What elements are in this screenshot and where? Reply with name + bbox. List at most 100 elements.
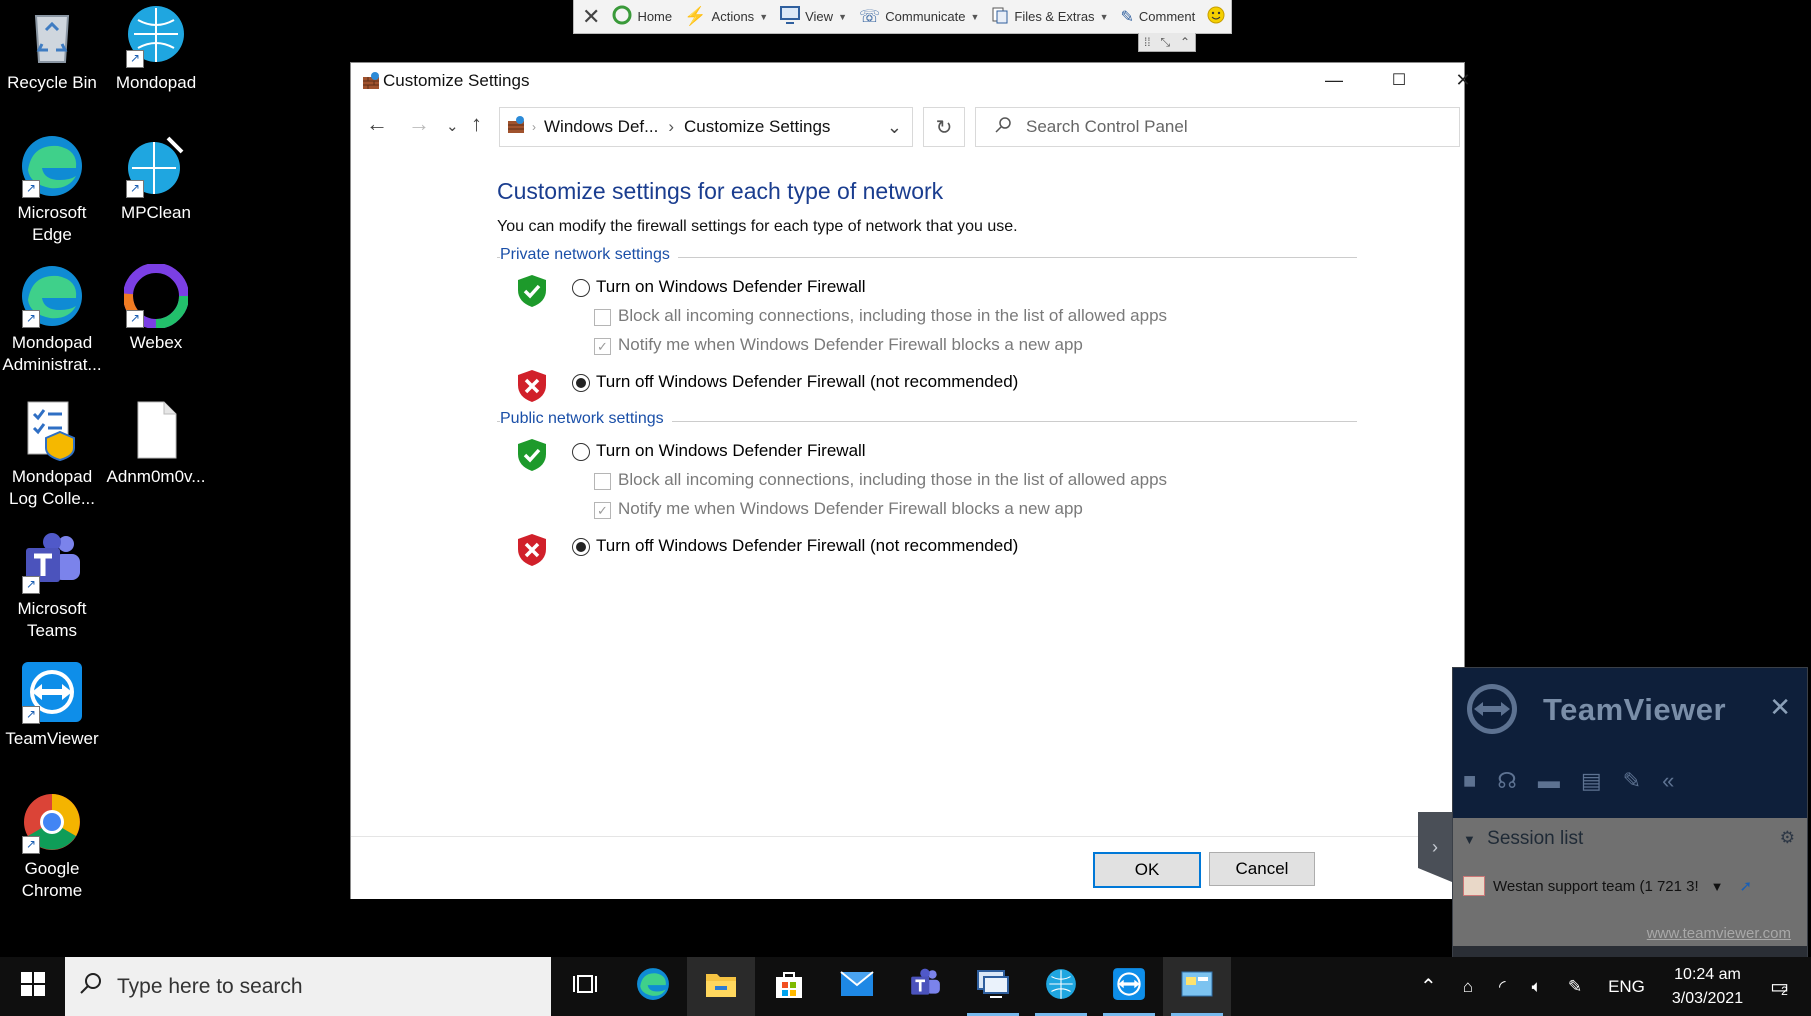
private-turn-on-label: Turn on Windows Defender Firewall: [596, 277, 866, 296]
desktop-icon-mondopad-admin[interactable]: ↗ Mondopad Administrat...: [0, 264, 104, 376]
files-icon[interactable]: ▤: [1581, 768, 1602, 794]
close-session-button[interactable]: ✕: [582, 4, 600, 30]
comment-button[interactable]: ✎ Comment: [1120, 7, 1195, 27]
desktop-icon-log-collector[interactable]: Mondopad Log Colle...: [0, 398, 104, 510]
desktop-icon-teamviewer[interactable]: ↗ TeamViewer: [0, 660, 104, 750]
taskbar-control-panel[interactable]: [1163, 957, 1231, 1016]
desktop-icon-label: Microsoft Teams: [17, 599, 87, 640]
back-arrow-icon[interactable]: ←: [366, 111, 388, 137]
title-bar[interactable]: Customize Settings — ☐ ✕: [351, 63, 1471, 97]
start-button[interactable]: [0, 957, 65, 1016]
recent-locations-chevron-icon[interactable]: ⌄: [446, 117, 459, 135]
desktop-icon-label: Webex: [129, 333, 183, 352]
comment-label: Comment: [1138, 9, 1196, 24]
grip-icon: ⁞⁞: [1143, 35, 1151, 49]
red-shield-x-icon: [517, 369, 547, 408]
public-turn-off-option[interactable]: Turn off Windows Defender Firewall (not …: [497, 533, 1357, 566]
desktop-icon-mondopad[interactable]: ↗ Mondopad: [104, 4, 208, 94]
actions-menu[interactable]: ⚡ Actions ▼: [684, 6, 768, 27]
headset-icon[interactable]: ☊: [1497, 768, 1517, 794]
notifications-button[interactable]: ▭ 2: [1757, 974, 1811, 999]
chevron-down-icon[interactable]: ▼: [1711, 879, 1724, 894]
chrome-icon: ↗: [20, 790, 84, 854]
desktop-icon-recycle-bin[interactable]: Recycle Bin: [0, 4, 104, 94]
task-view-button[interactable]: [551, 957, 619, 1016]
taskbar-mondopad[interactable]: [1027, 957, 1095, 1016]
maximize-button[interactable]: ☐: [1376, 65, 1422, 95]
taskbar-mail[interactable]: [823, 957, 891, 1016]
pin-icon[interactable]: ⤡: [1160, 35, 1170, 50]
ok-button[interactable]: OK: [1093, 852, 1201, 888]
webex-icon: ↗: [123, 263, 189, 329]
toolbar-handle[interactable]: ⁞⁞ ⤡ ⌃: [1138, 33, 1196, 52]
taskbar-search-box[interactable]: Type here to search: [65, 957, 551, 1016]
public-network-title: Public network settings: [500, 410, 672, 427]
desktop-icon-webex[interactable]: ↗ Webex: [104, 263, 208, 354]
windows-logo-icon: [20, 972, 45, 1001]
taskbar-store[interactable]: [755, 957, 823, 1016]
tools-icon[interactable]: ✎: [1623, 768, 1641, 794]
shortcut-arrow-icon: ↗: [22, 576, 40, 594]
up-arrow-icon[interactable]: ↑: [471, 111, 482, 137]
volume-icon[interactable]: 🔈︎: [1519, 977, 1555, 997]
private-turn-off-radio[interactable]: [572, 374, 590, 392]
log-collector-icon: [20, 398, 84, 462]
forward-arrow-icon[interactable]: →: [408, 111, 430, 137]
communicate-menu[interactable]: ☏ Communicate ▼: [859, 7, 979, 27]
files-extras-menu[interactable]: Files & Extras ▼: [991, 6, 1108, 27]
control-panel-icon: [1181, 971, 1213, 1002]
home-menu[interactable]: Home: [612, 5, 672, 28]
desktop-icon-chrome[interactable]: ↗ Google Chrome: [0, 790, 104, 902]
pen-icon: ✎: [1120, 8, 1134, 26]
private-turn-off-option[interactable]: Turn off Windows Defender Firewall (not …: [497, 369, 1357, 402]
desktop-icon-edge[interactable]: ↗ Microsoft Edge: [0, 134, 104, 246]
minimize-button[interactable]: —: [1311, 65, 1357, 95]
private-turn-on-option[interactable]: Turn on Windows Defender Firewall: [497, 274, 1357, 307]
search-control-panel-input[interactable]: Search Control Panel: [975, 107, 1460, 147]
network-icon[interactable]: ◜: [1486, 977, 1519, 997]
double-chevron-left-icon[interactable]: «: [1662, 768, 1674, 794]
meet-now-icon[interactable]: ⌂: [1450, 977, 1486, 997]
taskbar-edge[interactable]: [619, 957, 687, 1016]
view-menu[interactable]: View ▼: [780, 6, 847, 27]
store-bag-icon: [773, 968, 805, 1005]
desktop-icon-label: TeamViewer: [5, 729, 99, 748]
address-dropdown-chevron-icon[interactable]: ⌄: [887, 117, 902, 138]
gear-icon[interactable]: ⚙: [1780, 828, 1795, 848]
language-indicator[interactable]: ENG: [1595, 977, 1658, 997]
shortcut-arrow-icon: ↗: [22, 310, 40, 328]
session-list-header[interactable]: ▼ Session list: [1463, 828, 1583, 850]
close-button[interactable]: ✕: [1440, 65, 1486, 95]
private-turn-on-radio[interactable]: [572, 279, 590, 297]
desktop-icon-mpclean[interactable]: ↗ MPClean: [104, 134, 208, 224]
session-item[interactable]: Westan support team (1 721 3! ▼ ➚: [1463, 876, 1752, 896]
page-heading: Customize settings for each type of netw…: [497, 178, 944, 204]
clock[interactable]: 10:24 am 3/03/2021: [1658, 963, 1757, 1011]
refresh-button[interactable]: ↻: [923, 107, 965, 147]
public-turn-on-radio[interactable]: [572, 443, 590, 461]
taskbar-file-explorer[interactable]: [687, 957, 755, 1016]
cancel-button[interactable]: Cancel: [1209, 852, 1315, 886]
breadcrumb-windows-defender[interactable]: Windows Def...: [544, 117, 658, 137]
chevron-up-icon[interactable]: ⌃: [1407, 974, 1450, 999]
close-icon[interactable]: ✕: [1769, 692, 1791, 723]
desktop-icon-file[interactable]: Adnm0m0v...: [104, 398, 208, 488]
taskbar-remote-desktop[interactable]: [959, 957, 1027, 1016]
feedback-smiley-button[interactable]: [1207, 6, 1225, 27]
video-camera-icon[interactable]: ■: [1463, 768, 1476, 794]
public-network-section-header: Public network settings: [497, 410, 1357, 434]
desktop-icon-teams[interactable]: ↗ Microsoft Teams: [0, 530, 104, 642]
taskbar-teamviewer[interactable]: [1095, 957, 1163, 1016]
chevron-down-icon: ▼: [838, 11, 847, 22]
taskbar-teams[interactable]: [891, 957, 959, 1016]
teamviewer-website-link[interactable]: www.teamviewer.com: [1647, 925, 1791, 942]
chevron-up-icon[interactable]: ⌃: [1180, 35, 1190, 49]
breadcrumb-customize-settings[interactable]: Customize Settings: [684, 117, 830, 137]
chat-icon[interactable]: ▬: [1538, 768, 1560, 794]
public-turn-on-option[interactable]: Turn on Windows Defender Firewall: [497, 438, 1357, 471]
public-block-all-checkbox: [594, 473, 611, 490]
pen-workspace-icon[interactable]: ✎: [1555, 977, 1595, 997]
address-row: ← → ⌄ ↑ › Windows Def... › Customize Set…: [351, 107, 1464, 147]
address-bar[interactable]: › Windows Def... › Customize Settings ⌄: [499, 107, 913, 147]
public-turn-off-radio[interactable]: [572, 538, 590, 556]
